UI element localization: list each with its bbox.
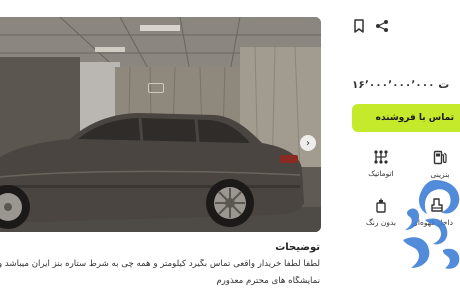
gearbox-icon xyxy=(374,150,388,164)
spray-paint-icon xyxy=(376,198,386,213)
spec-label: بدون رنگ xyxy=(366,218,396,227)
description-text-line-2: نمایشگاه های محترم معذورم xyxy=(216,276,320,286)
description-heading: توضیحات xyxy=(275,242,320,253)
currency-symbol: ت xyxy=(438,78,450,91)
spec-label: اتوماتیک xyxy=(368,169,394,178)
share-button[interactable] xyxy=(374,18,390,34)
chevron-right-icon: › xyxy=(306,137,310,149)
contact-seller-button[interactable]: تماس با فروشنده xyxy=(352,104,460,132)
spec-fuel: بنزینی xyxy=(418,150,460,179)
spec-transmission: اتوماتیک xyxy=(355,150,407,178)
bookmark-button[interactable] xyxy=(351,18,367,34)
price-value: ۱۶٬۰۰۰٬۰۰۰٬۰۰۰ xyxy=(352,79,435,91)
contact-seller-label: تماس با فروشنده xyxy=(375,113,454,123)
photo-watermark-logo xyxy=(148,83,164,93)
bookmark-icon xyxy=(354,19,364,33)
next-photo-button[interactable]: › xyxy=(300,135,316,151)
description-text-line-1: لطفا لطفا خریدار واقعی تماس بگیرد کیلومت… xyxy=(0,259,320,269)
listing-photo[interactable]: › 4 ■ xyxy=(0,17,321,232)
listing-price: ۱۶٬۰۰۰٬۰۰۰٬۰۰۰ ت xyxy=(352,78,449,91)
fuel-pump-icon xyxy=(433,150,447,165)
site-logo-watermark xyxy=(403,180,460,269)
car-photo-image xyxy=(0,17,321,232)
share-icon xyxy=(376,20,388,32)
